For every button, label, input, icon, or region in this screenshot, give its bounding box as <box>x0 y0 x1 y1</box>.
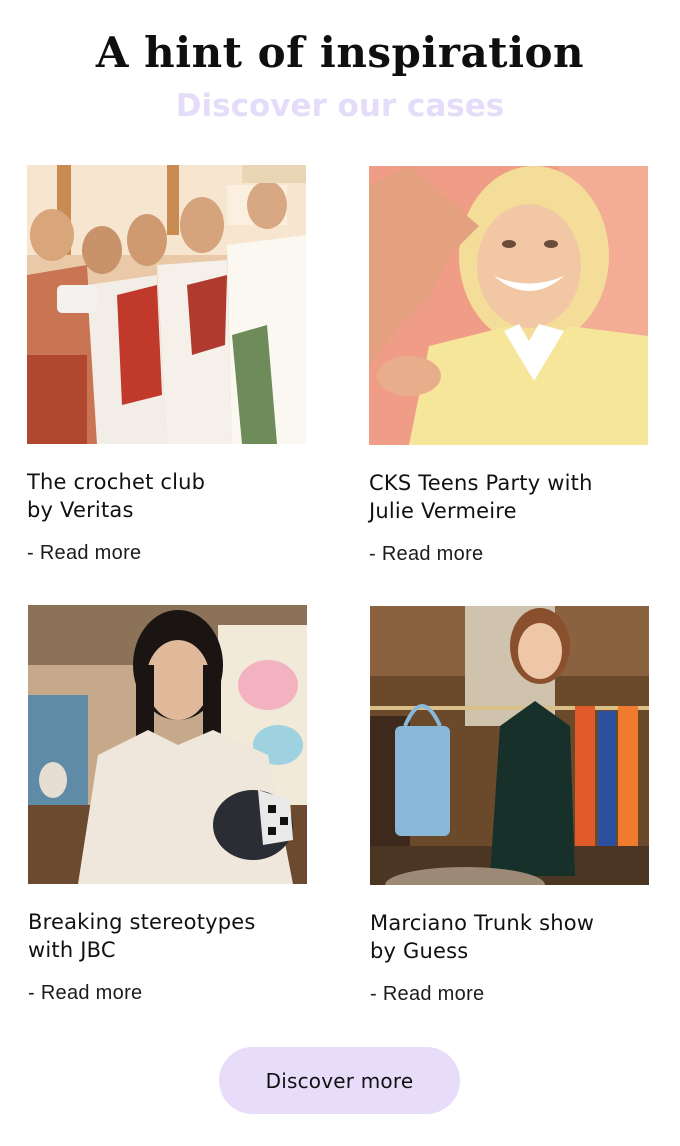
case-card-crochet-club[interactable]: The crochet club by Veritas - Read more <box>27 165 307 565</box>
case-photo-cks-teens-party[interactable] <box>369 166 648 445</box>
case-title: CKS Teens Party with Julie Vermeire <box>369 469 649 525</box>
read-more-link[interactable]: - Read more <box>369 543 649 566</box>
case-photo-breaking-stereotypes[interactable] <box>28 605 307 884</box>
case-card-cks-teens-party[interactable]: CKS Teens Party with Julie Vermeire - Re… <box>369 166 649 566</box>
page-subtitle[interactable]: Discover our cases <box>0 88 680 124</box>
case-title-line: Breaking stereotypes <box>28 910 256 934</box>
case-title: Marciano Trunk show by Guess <box>370 909 650 965</box>
case-title-line: by Veritas <box>27 498 134 522</box>
case-photo-marciano-trunk-show[interactable] <box>370 606 649 885</box>
case-title: The crochet club by Veritas <box>27 468 307 524</box>
case-card-marciano-trunk-show[interactable]: Marciano Trunk show by Guess - Read more <box>370 606 650 1006</box>
case-card-breaking-stereotypes[interactable]: Breaking stereotypes with JBC - Read mor… <box>28 605 308 1005</box>
page-title: A hint of inspiration <box>95 28 585 77</box>
case-title: Breaking stereotypes with JBC <box>28 908 308 964</box>
read-more-link[interactable]: - Read more <box>28 982 308 1005</box>
discover-more-button[interactable]: Discover more <box>219 1047 460 1114</box>
case-title-line: with JBC <box>28 938 116 962</box>
case-title-line: CKS Teens Party with <box>369 471 593 495</box>
case-title-line: The crochet club <box>27 470 206 494</box>
case-photo-crochet-club[interactable] <box>27 165 306 444</box>
case-title-line: Marciano Trunk show <box>370 911 595 935</box>
case-title-line: Julie Vermeire <box>369 499 517 523</box>
read-more-link[interactable]: - Read more <box>27 542 307 565</box>
read-more-link[interactable]: - Read more <box>370 983 650 1006</box>
case-title-line: by Guess <box>370 939 469 963</box>
